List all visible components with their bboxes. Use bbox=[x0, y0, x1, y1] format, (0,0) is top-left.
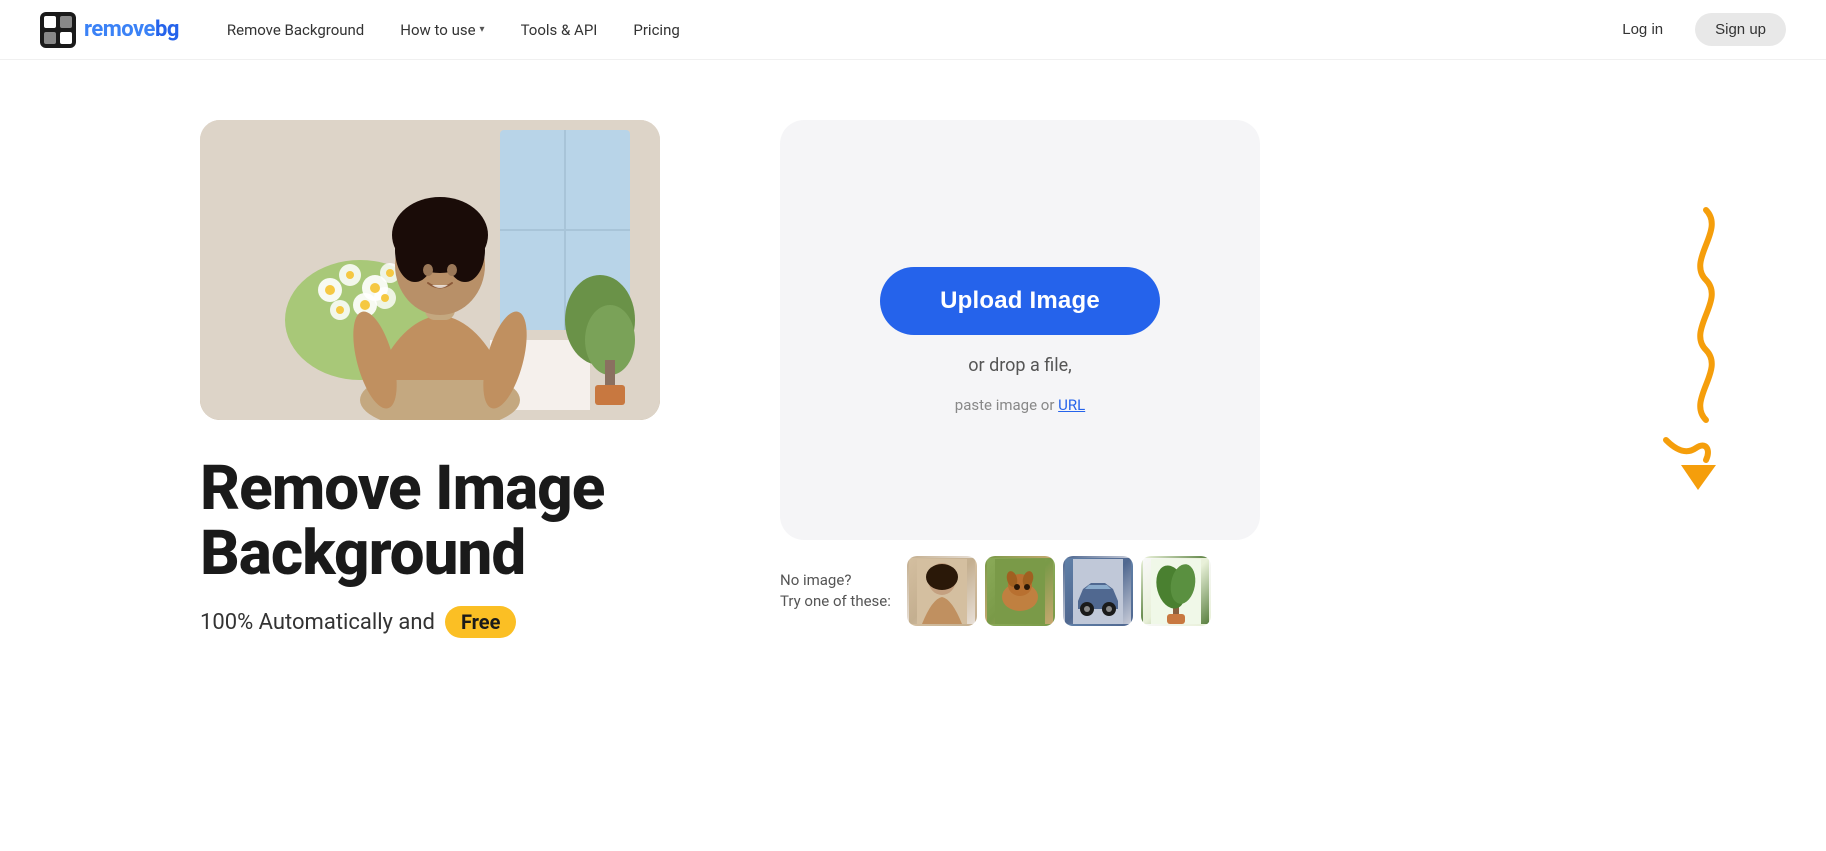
thumb-person-inner bbox=[909, 558, 975, 624]
sample-thumbs bbox=[907, 556, 1211, 626]
signup-button[interactable]: Sign up bbox=[1695, 13, 1786, 46]
hero-image-inner bbox=[200, 120, 660, 420]
logo-link[interactable]: removebg bbox=[40, 12, 179, 48]
logo-text-remove: remove bbox=[84, 17, 155, 42]
thumb-car-inner bbox=[1065, 558, 1131, 624]
upload-card: Upload Image or drop a file, paste image… bbox=[780, 120, 1260, 540]
sample-thumb-plant[interactable] bbox=[1141, 556, 1211, 626]
paste-url-text: paste image or URL bbox=[955, 396, 1085, 414]
nav-remove-background[interactable]: Remove Background bbox=[227, 21, 364, 39]
deco-squiggle-icon bbox=[1586, 200, 1746, 500]
right-side: Upload Image or drop a file, paste image… bbox=[780, 120, 1626, 626]
hero-heading: Remove Image Background bbox=[200, 456, 700, 586]
chevron-down-icon: ▾ bbox=[480, 24, 485, 35]
hero-image bbox=[200, 120, 660, 420]
thumb-dog-icon bbox=[995, 559, 1045, 624]
logo-text: removebg bbox=[84, 17, 179, 42]
login-button[interactable]: Log in bbox=[1606, 13, 1679, 46]
navbar: removebg Remove Background How to use ▾ … bbox=[0, 0, 1826, 60]
nav-pricing[interactable]: Pricing bbox=[633, 21, 679, 39]
nav-tools-api[interactable]: Tools & API bbox=[521, 21, 598, 39]
thumb-person-icon bbox=[917, 559, 967, 624]
sample-thumb-person[interactable] bbox=[907, 556, 977, 626]
thumb-plant-icon bbox=[1151, 559, 1201, 624]
sample-label: No image? Try one of these: bbox=[780, 570, 891, 612]
nav-links: Remove Background How to use ▾ Tools & A… bbox=[227, 21, 1606, 39]
upload-image-button[interactable]: Upload Image bbox=[880, 267, 1160, 335]
sample-thumb-car[interactable] bbox=[1063, 556, 1133, 626]
thumb-car-icon bbox=[1073, 559, 1123, 624]
nav-actions: Log in Sign up bbox=[1606, 13, 1786, 46]
sample-thumb-dog[interactable] bbox=[985, 556, 1055, 626]
drop-file-text: or drop a file, bbox=[968, 355, 1071, 376]
logo-text-bg: bg bbox=[155, 17, 179, 42]
hero-tagline: 100% Automatically and Free bbox=[200, 606, 700, 638]
left-side: Remove Image Background 100% Automatical… bbox=[200, 120, 700, 638]
hero-person-illustration bbox=[200, 120, 660, 420]
nav-how-to-use[interactable]: How to use ▾ bbox=[400, 21, 484, 39]
thumb-plant-inner bbox=[1143, 558, 1209, 624]
free-badge: Free bbox=[445, 606, 516, 638]
sample-images-row: No image? Try one of these: bbox=[780, 556, 1260, 626]
logo-icon bbox=[40, 12, 76, 48]
main-content: Remove Image Background 100% Automatical… bbox=[0, 60, 1826, 678]
url-link[interactable]: URL bbox=[1058, 396, 1085, 414]
thumb-dog-inner bbox=[987, 558, 1053, 624]
